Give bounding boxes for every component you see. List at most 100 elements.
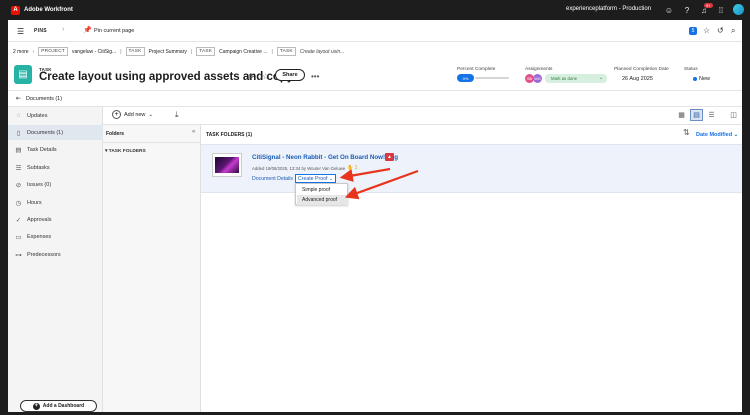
pins-label[interactable]: PINS <box>34 28 47 34</box>
adobe-logo-icon[interactable]: A <box>11 5 20 15</box>
star-icon[interactable]: ☆ <box>703 26 710 35</box>
document-thumbnail[interactable] <box>212 153 242 177</box>
grid-view-button[interactable]: ▦ <box>675 109 688 121</box>
apps-grid-icon[interactable]: ⁞⁞ <box>716 5 726 15</box>
subtasks-icon: ☰ <box>15 164 22 172</box>
assignee-avatar[interactable]: WG <box>533 74 542 83</box>
add-new-label: Add new <box>124 111 146 118</box>
sidebar-item-task-details[interactable]: ▤ Task Details <box>8 142 103 157</box>
clock-icon: ◷ <box>15 199 22 207</box>
breadcrumb-task-tag: TASK <box>125 47 145 56</box>
document-name[interactable]: CitiSignal - Neon Rabbit - Get On Board … <box>252 154 398 161</box>
sidebar-item-label: Expenses <box>27 233 52 240</box>
help-icon[interactable]: ? <box>682 5 692 15</box>
breadcrumb-more[interactable]: 2 more <box>13 49 29 55</box>
panel-toggle-button[interactable]: ◫ <box>727 109 740 121</box>
folder-label: TASK FOLDERS <box>108 149 146 154</box>
sidebar-item-approvals[interactable]: ✓ Approvals <box>8 212 103 227</box>
list-view-button[interactable]: ▤ <box>690 109 703 121</box>
acrobat-icon[interactable]: ▲ <box>385 153 394 161</box>
collapse-panel-icon[interactable]: ⇤ <box>16 95 21 102</box>
collapse-icon[interactable]: « <box>192 129 195 135</box>
convert-icon[interactable]: ⊳ <box>248 72 255 81</box>
percent-complete-bar[interactable] <box>475 77 509 79</box>
document-added-info: Added 19/08/2025, 13:34 by Wouter Van Ge… <box>252 166 346 171</box>
add-dashboard-label: Add a Dashboard <box>42 403 85 409</box>
plus-icon: + <box>32 402 40 410</box>
sidebar-item-subtasks[interactable]: ☰ Subtasks <box>8 160 103 175</box>
approval-count[interactable]: ✋ 1 <box>347 165 357 171</box>
star-icon[interactable]: ☆ <box>262 72 269 81</box>
download-icon[interactable]: ⤓ <box>175 110 179 120</box>
sidebar-item-predecessors[interactable]: ⊶ Predecessors <box>8 247 103 262</box>
sidebar-item-label: Hours <box>27 199 42 206</box>
sidebar-item-label: Documents (1) <box>27 129 64 136</box>
status-dot <box>693 77 697 81</box>
menu-item-advanced-proof[interactable]: Advanced proof <box>297 195 348 205</box>
task-header: ▤ TASK Create layout using approved asse… <box>8 60 742 90</box>
sidebar-item-label: Issues (0) <box>27 181 52 188</box>
pin-icon[interactable]: 📌 <box>83 26 92 34</box>
search-icon[interactable]: ⌕ <box>731 26 735 36</box>
share-button[interactable]: Share <box>275 69 305 81</box>
sidebar-item-issues[interactable]: ⊘ Issues (0) <box>8 177 103 192</box>
compact-view-button[interactable]: ☰ <box>705 109 718 121</box>
sort-dropdown[interactable]: Date Modified ⌄ <box>696 132 738 138</box>
notification-badge: 9+ <box>704 3 713 8</box>
folder-tree-item[interactable]: ▾ TASK FOLDERS <box>105 149 146 154</box>
sidebar-item-expenses[interactable]: ▭ Expenses <box>8 229 103 244</box>
search-badge[interactable]: 5 <box>689 27 697 35</box>
pin-current-page[interactable]: Pin current page <box>94 28 134 34</box>
sidebar-item-label: Approvals <box>27 216 52 223</box>
create-proof-menu: Simple proof Advanced proof <box>295 183 348 205</box>
sidebar-item-label: Updates <box>27 112 48 119</box>
pins-bar: ☰ PINS › 📌 Pin current page 5 ☆ ↺ ⌕ <box>8 20 742 42</box>
predecessors-icon: ⊶ <box>15 251 22 259</box>
issues-icon: ⊘ <box>15 181 22 189</box>
frame-left <box>0 20 8 415</box>
divider <box>103 142 201 143</box>
sort-label: Date Modified <box>696 132 733 138</box>
breadcrumb-project-tag: PROJECT <box>38 47 69 56</box>
more-icon[interactable]: ••• <box>311 72 319 81</box>
add-new-button[interactable]: + Add new ⌄ <box>112 110 153 119</box>
org-name[interactable]: experienceplatform - Production <box>566 6 651 12</box>
breadcrumb-task-summary[interactable]: Project Summary <box>149 49 187 55</box>
status-value[interactable]: New <box>699 76 710 82</box>
app-name[interactable]: Adobe Workfront <box>24 7 73 13</box>
menu-item-simple-proof[interactable]: Simple proof <box>297 185 348 195</box>
create-proof-dropdown[interactable]: Create Proof ⌄ <box>295 174 337 183</box>
assignments-label: Assignments <box>525 67 553 72</box>
chevron-right-icon: › <box>32 48 35 55</box>
sidebar-item-documents[interactable]: ▯ Documents (1) <box>8 125 103 140</box>
document-details-link[interactable]: Document Details <box>252 176 293 182</box>
add-dashboard-button[interactable]: + Add a Dashboard <box>20 400 97 412</box>
mark-as-done-label: Mark as done <box>551 76 578 81</box>
breadcrumb-task-campaign[interactable]: Campaign Creative ... <box>219 49 267 55</box>
planned-completion-label: Planned Completion Date <box>614 67 669 72</box>
expenses-icon: ▭ <box>15 233 22 241</box>
breadcrumb-task-tag: TASK <box>276 47 296 56</box>
breadcrumb-project[interactable]: vangeluw - CitiSig... <box>72 49 116 55</box>
breadcrumb-task-tag: TASK <box>196 47 216 56</box>
mark-as-done-button[interactable]: Mark as done ⌄ <box>545 74 607 83</box>
menu-icon[interactable]: ☰ <box>17 27 24 36</box>
percent-complete-value[interactable]: 0% <box>457 74 474 82</box>
chat-bubble-icon: ◌ <box>16 112 21 119</box>
sort-icon[interactable]: ⇅ <box>683 128 690 137</box>
create-proof-label: Create Proof <box>298 175 328 182</box>
section-title: Documents (1) <box>26 96 63 102</box>
section-bar: ⇤ Documents (1) <box>8 90 742 107</box>
history-icon[interactable]: ↺ <box>717 26 724 35</box>
chevron-down-icon[interactable]: ⌄ <box>599 75 603 81</box>
task-sidebar: ◌ Updates ▯ Documents (1) ▤ Task Details… <box>8 107 103 415</box>
list-item[interactable]: CitiSignal - Neon Rabbit - Get On Board … <box>201 144 742 193</box>
page-title[interactable]: Create layout using approved assets and … <box>39 71 293 83</box>
sidebar-item-hours[interactable]: ◷ Hours <box>8 195 103 210</box>
sidebar-item-label: Task Details <box>27 146 57 153</box>
sidebar-item-updates[interactable]: ◌ Updates <box>8 108 103 123</box>
planned-completion-date[interactable]: 26 Aug 2025 <box>622 76 653 82</box>
user-avatar[interactable] <box>733 4 744 15</box>
feedback-icon[interactable]: ☺ <box>664 5 674 15</box>
hand-icon: ✋ <box>347 165 354 171</box>
